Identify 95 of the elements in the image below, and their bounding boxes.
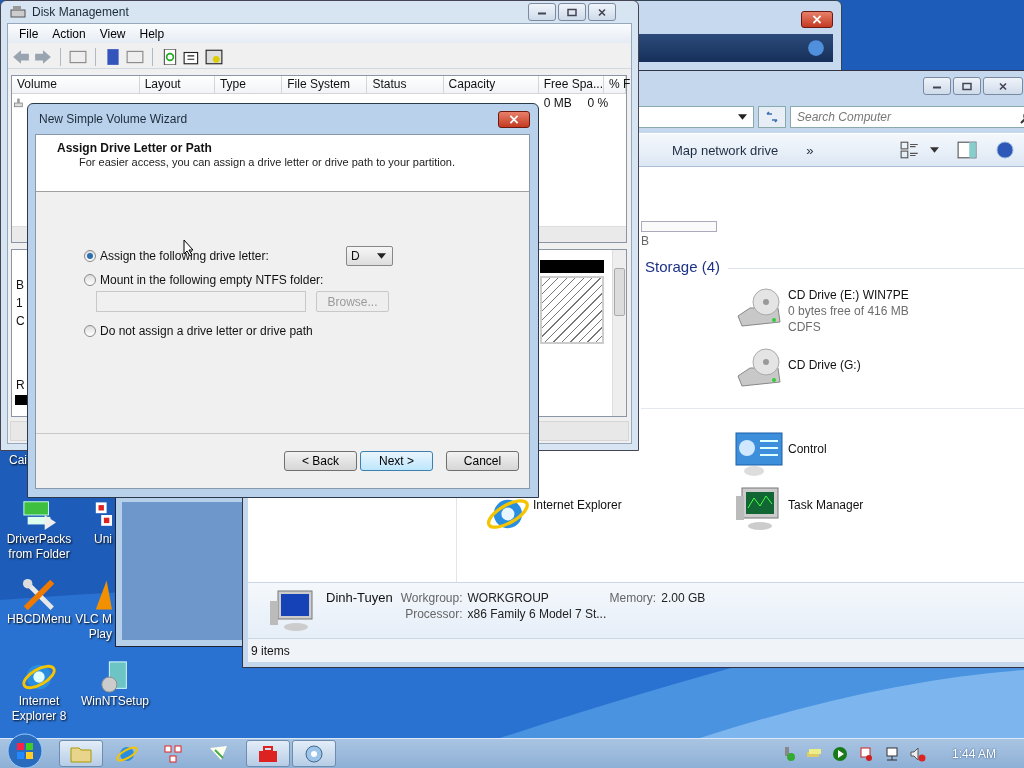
- taskbar-button[interactable]: [292, 740, 336, 767]
- maximize-icon: [566, 7, 578, 17]
- table-cell-text: 0 MB: [542, 96, 573, 110]
- wizard-button[interactable]: Cancel: [446, 451, 519, 471]
- caret-icon[interactable]: [930, 147, 939, 153]
- field-value: WORKGROUP: [467, 591, 550, 605]
- option-label[interactable]: Mount in the following empty NTFS folder:: [100, 273, 324, 287]
- drive-name[interactable]: CD Drive (G:): [788, 357, 861, 373]
- network-card-icon[interactable]: [20, 498, 58, 532]
- drive-name[interactable]: Control: [788, 441, 827, 457]
- control-panel-icon[interactable]: [734, 431, 784, 477]
- close-button[interactable]: [801, 11, 833, 28]
- refresh-icon: [764, 110, 780, 124]
- field-value: 2.00 GB: [661, 591, 706, 605]
- computer-icon: [268, 589, 314, 633]
- toolbox-icon: [256, 743, 280, 764]
- disk-label: R: [16, 378, 25, 392]
- close-icon: [508, 114, 520, 124]
- close-icon: [811, 15, 823, 24]
- wizard-subtitle: For easier access, you can assign a drive letter or drive path to your partition.: [79, 156, 456, 168]
- group-header: Storage (4): [645, 258, 721, 275]
- menu-item[interactable]: File: [12, 24, 46, 43]
- taskbar-button[interactable]: [59, 740, 103, 767]
- column-header[interactable]: File System: [282, 76, 368, 93]
- option-label[interactable]: Assign the following drive letter:: [100, 249, 346, 263]
- desktop-icon-label[interactable]: HBCDMenu: [7, 612, 71, 627]
- disk-label: C: [16, 314, 25, 328]
- drive-size-text: B: [641, 234, 649, 248]
- wizard-heading: Assign Drive Letter or Path: [57, 141, 213, 155]
- window-title: New Simple Volume Wizard: [39, 112, 188, 126]
- computer-name: Dinh-Tuyen: [326, 589, 393, 605]
- drive-name[interactable]: CD Drive (E:) WIN7PE: [788, 287, 909, 303]
- desktop-icon-label[interactable]: Internet Explorer 8: [11, 694, 67, 724]
- map-network-drive-button[interactable]: Map network drive: [668, 140, 783, 160]
- traffic-cone-icon[interactable]: [94, 578, 112, 612]
- field-label: Memory:: [609, 591, 657, 605]
- taskbar-button[interactable]: [246, 740, 290, 767]
- column-header[interactable]: Layout: [139, 76, 215, 93]
- preview-pane-icon[interactable]: [957, 141, 977, 159]
- volume-muted-icon[interactable]: [909, 745, 926, 762]
- caret-icon[interactable]: [738, 114, 747, 120]
- maximize-button[interactable]: [558, 3, 586, 21]
- field-value: x86 Family 6 Model 7 St...: [467, 607, 608, 621]
- field-label: Workgroup:: [400, 591, 463, 605]
- start-button[interactable]: [7, 732, 43, 768]
- disk-label: 1: [16, 296, 23, 310]
- column-header[interactable]: Free Spa...: [538, 76, 604, 93]
- table-cell-text: 0 %: [586, 96, 610, 110]
- close-button[interactable]: [588, 3, 616, 21]
- drive-name[interactable]: Internet Explorer: [533, 497, 622, 513]
- unallocated-partition[interactable]: [540, 276, 604, 344]
- desktop-icon-label[interactable]: WinNTSetup: [81, 694, 149, 709]
- refresh-button[interactable]: [758, 106, 786, 128]
- more-button[interactable]: »: [802, 140, 818, 160]
- panel-icon[interactable]: [69, 48, 87, 65]
- disk-label: B: [16, 278, 24, 292]
- desktop-icon-label[interactable]: VLC M Play: [75, 612, 112, 642]
- drive-letter-dropdown[interactable]: D: [346, 246, 393, 266]
- drive-name[interactable]: Task Manager: [788, 497, 864, 513]
- caret-icon: [377, 253, 386, 259]
- view-options-icon[interactable]: [900, 141, 920, 159]
- column-header[interactable]: Volume: [12, 76, 140, 93]
- wizard-button[interactable]: < Back: [284, 451, 357, 471]
- drive-detail: CDFS: [788, 319, 822, 335]
- close-button[interactable]: [983, 77, 1023, 95]
- desktop-icon-label[interactable]: Cai: [9, 453, 27, 468]
- field-label: Processor:: [404, 607, 463, 621]
- menu-item[interactable]: Help: [132, 24, 172, 43]
- refresh-icon[interactable]: [161, 48, 179, 65]
- desktop-icon-label[interactable]: Uni: [94, 532, 112, 547]
- column-header[interactable]: Capacity: [443, 76, 539, 93]
- disc-icon: [302, 743, 326, 764]
- wizard-button[interactable]: Next >: [360, 451, 433, 471]
- radio-button[interactable]: [84, 274, 96, 286]
- column-header[interactable]: Type: [214, 76, 283, 93]
- desktop-icon-label[interactable]: DriverPacks from Folder: [6, 532, 72, 562]
- radio-button[interactable]: [84, 250, 96, 262]
- menu-item[interactable]: View: [92, 24, 133, 43]
- search-field[interactable]: Search Computer: [790, 106, 1024, 128]
- menu-item[interactable]: Action: [45, 24, 93, 43]
- window-title: Disk Management: [32, 5, 129, 19]
- close-button[interactable]: [498, 110, 530, 128]
- maximize-icon: [961, 81, 973, 91]
- drive-detail: 0 bytes free of 416 MB: [788, 303, 909, 319]
- radio-button[interactable]: [84, 325, 96, 337]
- vertical-scrollbar[interactable]: [612, 250, 626, 416]
- status-text: 9 items: [251, 643, 290, 658]
- partition-header: [540, 260, 604, 273]
- maximize-button[interactable]: [953, 77, 981, 95]
- panel-icon[interactable]: [126, 48, 144, 65]
- column-header[interactable]: Status: [367, 76, 444, 93]
- close-icon: [997, 81, 1009, 91]
- close-icon: [596, 7, 608, 17]
- play-icon[interactable]: [831, 745, 848, 762]
- option-label[interactable]: Do not assign a drive letter or drive path: [100, 324, 313, 338]
